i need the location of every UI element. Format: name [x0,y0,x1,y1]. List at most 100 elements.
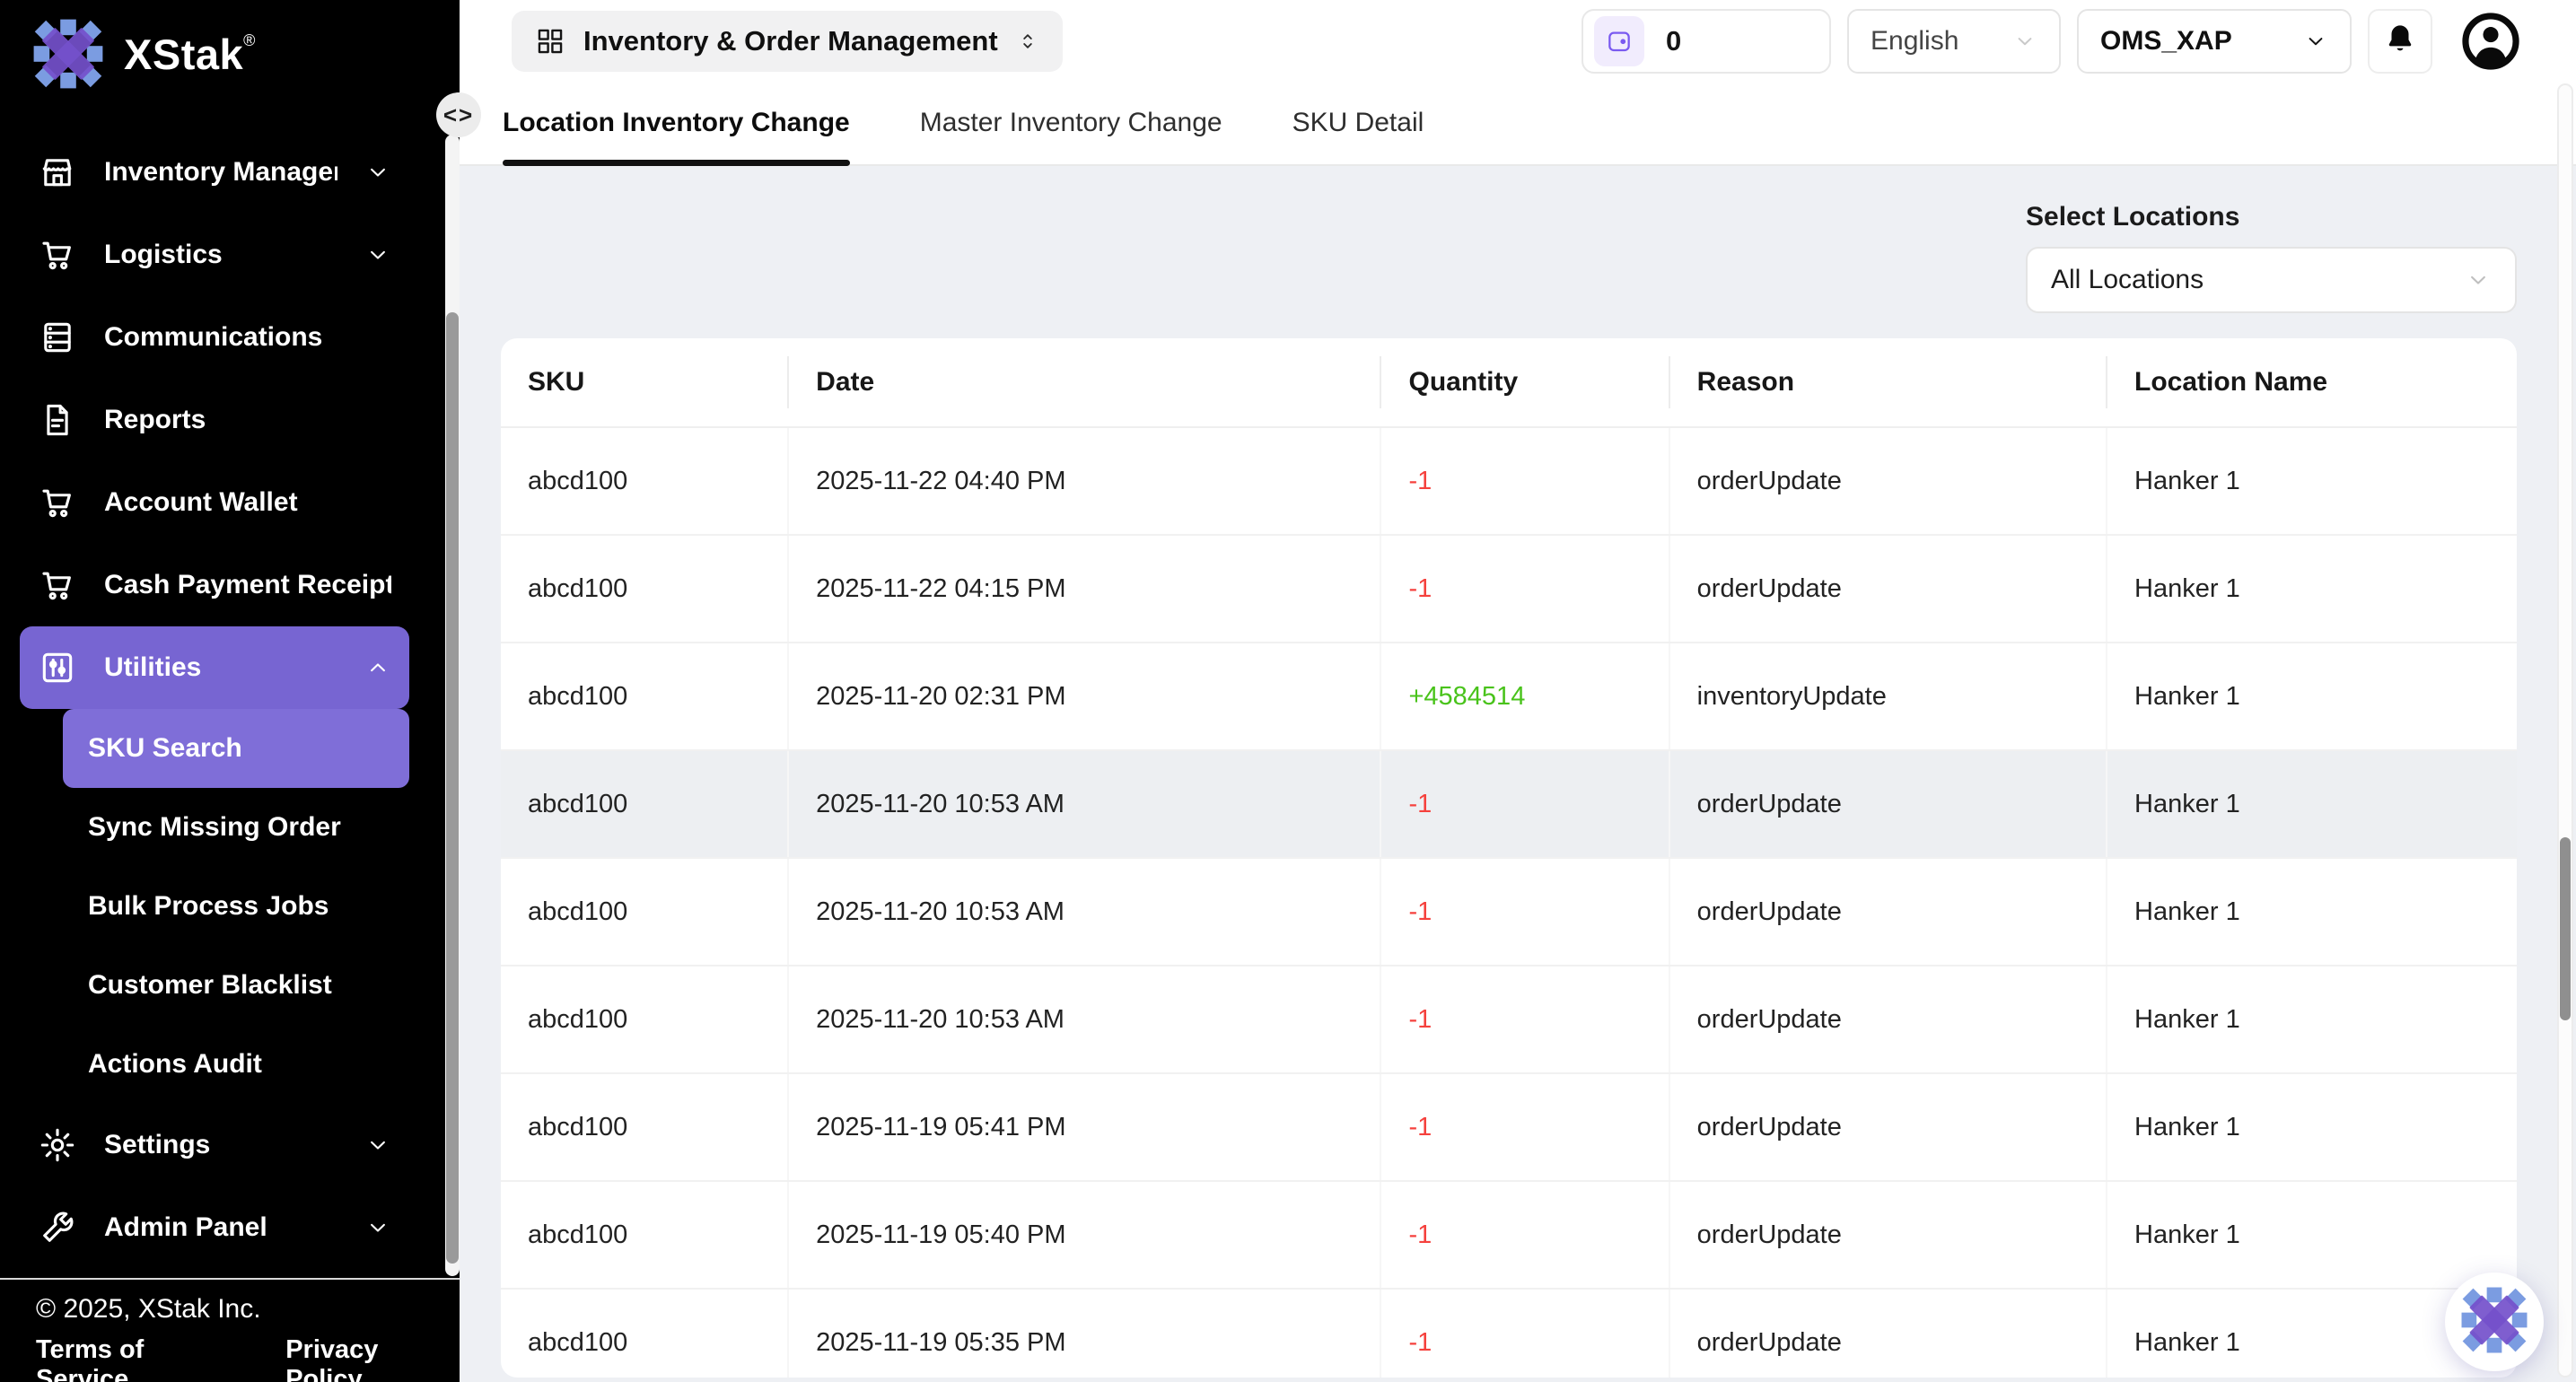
sidebar-item-cash-payment-receipt[interactable]: Cash Payment Receipt... [20,544,409,626]
language-select[interactable]: English [1847,9,2061,74]
wallet-count: 0 [1666,25,1681,57]
cell-reason: orderUpdate [1670,1074,2107,1180]
table-row[interactable]: abcd1002025-11-20 10:53 AM-1orderUpdateH… [501,967,2517,1074]
cell-location-name: Hanker 1 [2107,859,2517,965]
cell-date: 2025-11-20 10:53 AM [789,967,1381,1072]
inventory-change-table: SKUDateQuantityReasonLocation Name abcd1… [501,338,2517,1378]
terms-of-service-link[interactable]: Terms of Service [36,1335,241,1382]
cell-reason: orderUpdate [1670,536,2107,642]
store-icon [38,153,77,192]
sidebar-item-customer-blacklist[interactable]: Customer Blacklist [63,946,409,1025]
table-row[interactable]: abcd1002025-11-19 05:35 PM-1orderUpdateH… [501,1290,2517,1378]
cell-reason: orderUpdate [1670,751,2107,857]
chevron-down-icon [2303,29,2328,54]
column-header-date: Date [789,356,1381,408]
chevron-up-icon [364,654,391,681]
module-selector[interactable]: Inventory & Order Management [512,11,1063,72]
chevron-down-icon [364,1214,391,1241]
cell-sku: abcd100 [501,967,789,1072]
cell-sku: abcd100 [501,859,789,965]
page-scrollbar-track[interactable] [2557,83,2573,1378]
sidebar-item-communications[interactable]: Communications [20,296,409,379]
cell-reason: orderUpdate [1670,967,2107,1072]
tab-location-inventory-change[interactable]: Location Inventory Change [503,82,850,164]
sidebar-scrollbar-thumb[interactable] [446,312,459,1264]
privacy-policy-link[interactable]: Privacy Policy [285,1335,460,1382]
sidebar-item-sync-missing-order[interactable]: Sync Missing Order [63,788,409,867]
cell-sku: abcd100 [501,1182,789,1288]
cell-date: 2025-11-19 05:41 PM [789,1074,1381,1180]
cell-date: 2025-11-19 05:40 PM [789,1182,1381,1288]
sidebar-scrollbar-track[interactable] [445,135,460,1276]
cell-quantity: -1 [1381,536,1669,642]
table-row[interactable]: abcd1002025-11-20 02:31 PM+4584514invent… [501,643,2517,751]
sidebar-item-label: Bulk Process Jobs [88,891,329,922]
avatar[interactable] [2461,12,2520,71]
wallet-icon [1594,16,1644,66]
cell-location-name: Hanker 1 [2107,536,2517,642]
column-header-quantity: Quantity [1381,356,1669,408]
footer-links: Terms of Service Privacy Policy [36,1335,460,1382]
sidebar-item-actions-audit[interactable]: Actions Audit [63,1025,409,1104]
sidebar-footer: © 2025, XStak Inc. Terms of Service Priv… [0,1278,460,1382]
column-header-sku: SKU [501,356,789,408]
cart-icon [38,565,77,605]
page-scrollbar-thumb[interactable] [2560,837,2571,1020]
table-row[interactable]: abcd1002025-11-22 04:15 PM-1orderUpdateH… [501,536,2517,643]
cell-quantity: -1 [1381,967,1669,1072]
brand-logo[interactable]: XStak® [32,18,256,90]
wallet-balance-box[interactable]: 0 [1582,9,1831,74]
sidebar-item-bulk-process-jobs[interactable]: Bulk Process Jobs [63,867,409,946]
cell-date: 2025-11-19 05:35 PM [789,1290,1381,1378]
sidebar-item-label: Customer Blacklist [88,970,332,1001]
locations-value: All Locations [2051,265,2204,295]
sidebar-item-inventory-managem[interactable]: Inventory Managem... [20,131,409,214]
topbar: Inventory & Order Management 0 English O… [460,0,2576,82]
language-value: English [1871,26,1958,57]
sidebar-collapse-button[interactable]: <> [436,92,481,137]
sidebar-item-admin-panel[interactable]: Admin Panel [20,1186,409,1269]
workspace-select[interactable]: OMS_XAP [2077,9,2352,74]
column-header-location-name: Location Name [2107,356,2517,408]
sidebar-item-settings[interactable]: Settings [20,1104,409,1186]
sidebar-item-sku-search[interactable]: SKU Search [63,709,409,788]
cell-location-name: Hanker 1 [2107,1074,2517,1180]
tab-sku-detail[interactable]: SKU Detail [1292,82,1424,164]
cell-quantity: -1 [1381,859,1669,965]
workspace-value: OMS_XAP [2100,26,2232,57]
tab-master-inventory-change[interactable]: Master Inventory Change [920,82,1222,164]
table-row[interactable]: abcd1002025-11-22 04:40 PM-1orderUpdateH… [501,428,2517,536]
cell-sku: abcd100 [501,536,789,642]
cell-date: 2025-11-22 04:15 PM [789,536,1381,642]
doc-icon [38,400,77,440]
sidebar-item-utilities[interactable]: Utilities [20,626,409,709]
table-row[interactable]: abcd1002025-11-19 05:41 PM-1orderUpdateH… [501,1074,2517,1182]
cell-sku: abcd100 [501,1290,789,1378]
xstak-assistant-button[interactable] [2445,1273,2544,1371]
locations-dropdown[interactable]: All Locations [2026,247,2517,313]
sidebar-item-reports[interactable]: Reports [20,379,409,461]
sidebar-item-label: Cash Payment Receipt... [104,570,391,600]
chevron-down-icon [2012,29,2037,54]
sidebar-item-label: Communications [104,322,322,353]
module-selector-label: Inventory & Order Management [583,25,998,57]
cell-location-name: Hanker 1 [2107,967,2517,1072]
rows-icon [38,318,77,357]
sidebar-item-label: Inventory Managem... [104,157,337,188]
sidebar-nav: Inventory Managem... Logistics Communicati… [0,131,442,1269]
topbar-right: 0 English OMS_XAP [1582,9,2520,74]
chevron-down-icon [2465,267,2492,293]
sidebar-item-label: Actions Audit [88,1049,262,1080]
cell-quantity: -1 [1381,1290,1669,1378]
sidebar-item-label: Reports [104,405,206,435]
sidebar-item-logistics[interactable]: Logistics [20,214,409,296]
filters-row: Select Locations All Locations [501,202,2517,313]
sidebar-item-account-wallet[interactable]: Account Wallet [20,461,409,544]
cell-sku: abcd100 [501,643,789,749]
cell-date: 2025-11-20 10:53 AM [789,859,1381,965]
table-row[interactable]: abcd1002025-11-19 05:40 PM-1orderUpdateH… [501,1182,2517,1290]
xstak-flower-icon [32,18,104,90]
table-row[interactable]: abcd1002025-11-20 10:53 AM-1orderUpdateH… [501,859,2517,967]
table-row[interactable]: abcd1002025-11-20 10:53 AM-1orderUpdateH… [501,751,2517,859]
notifications-button[interactable] [2368,9,2432,74]
